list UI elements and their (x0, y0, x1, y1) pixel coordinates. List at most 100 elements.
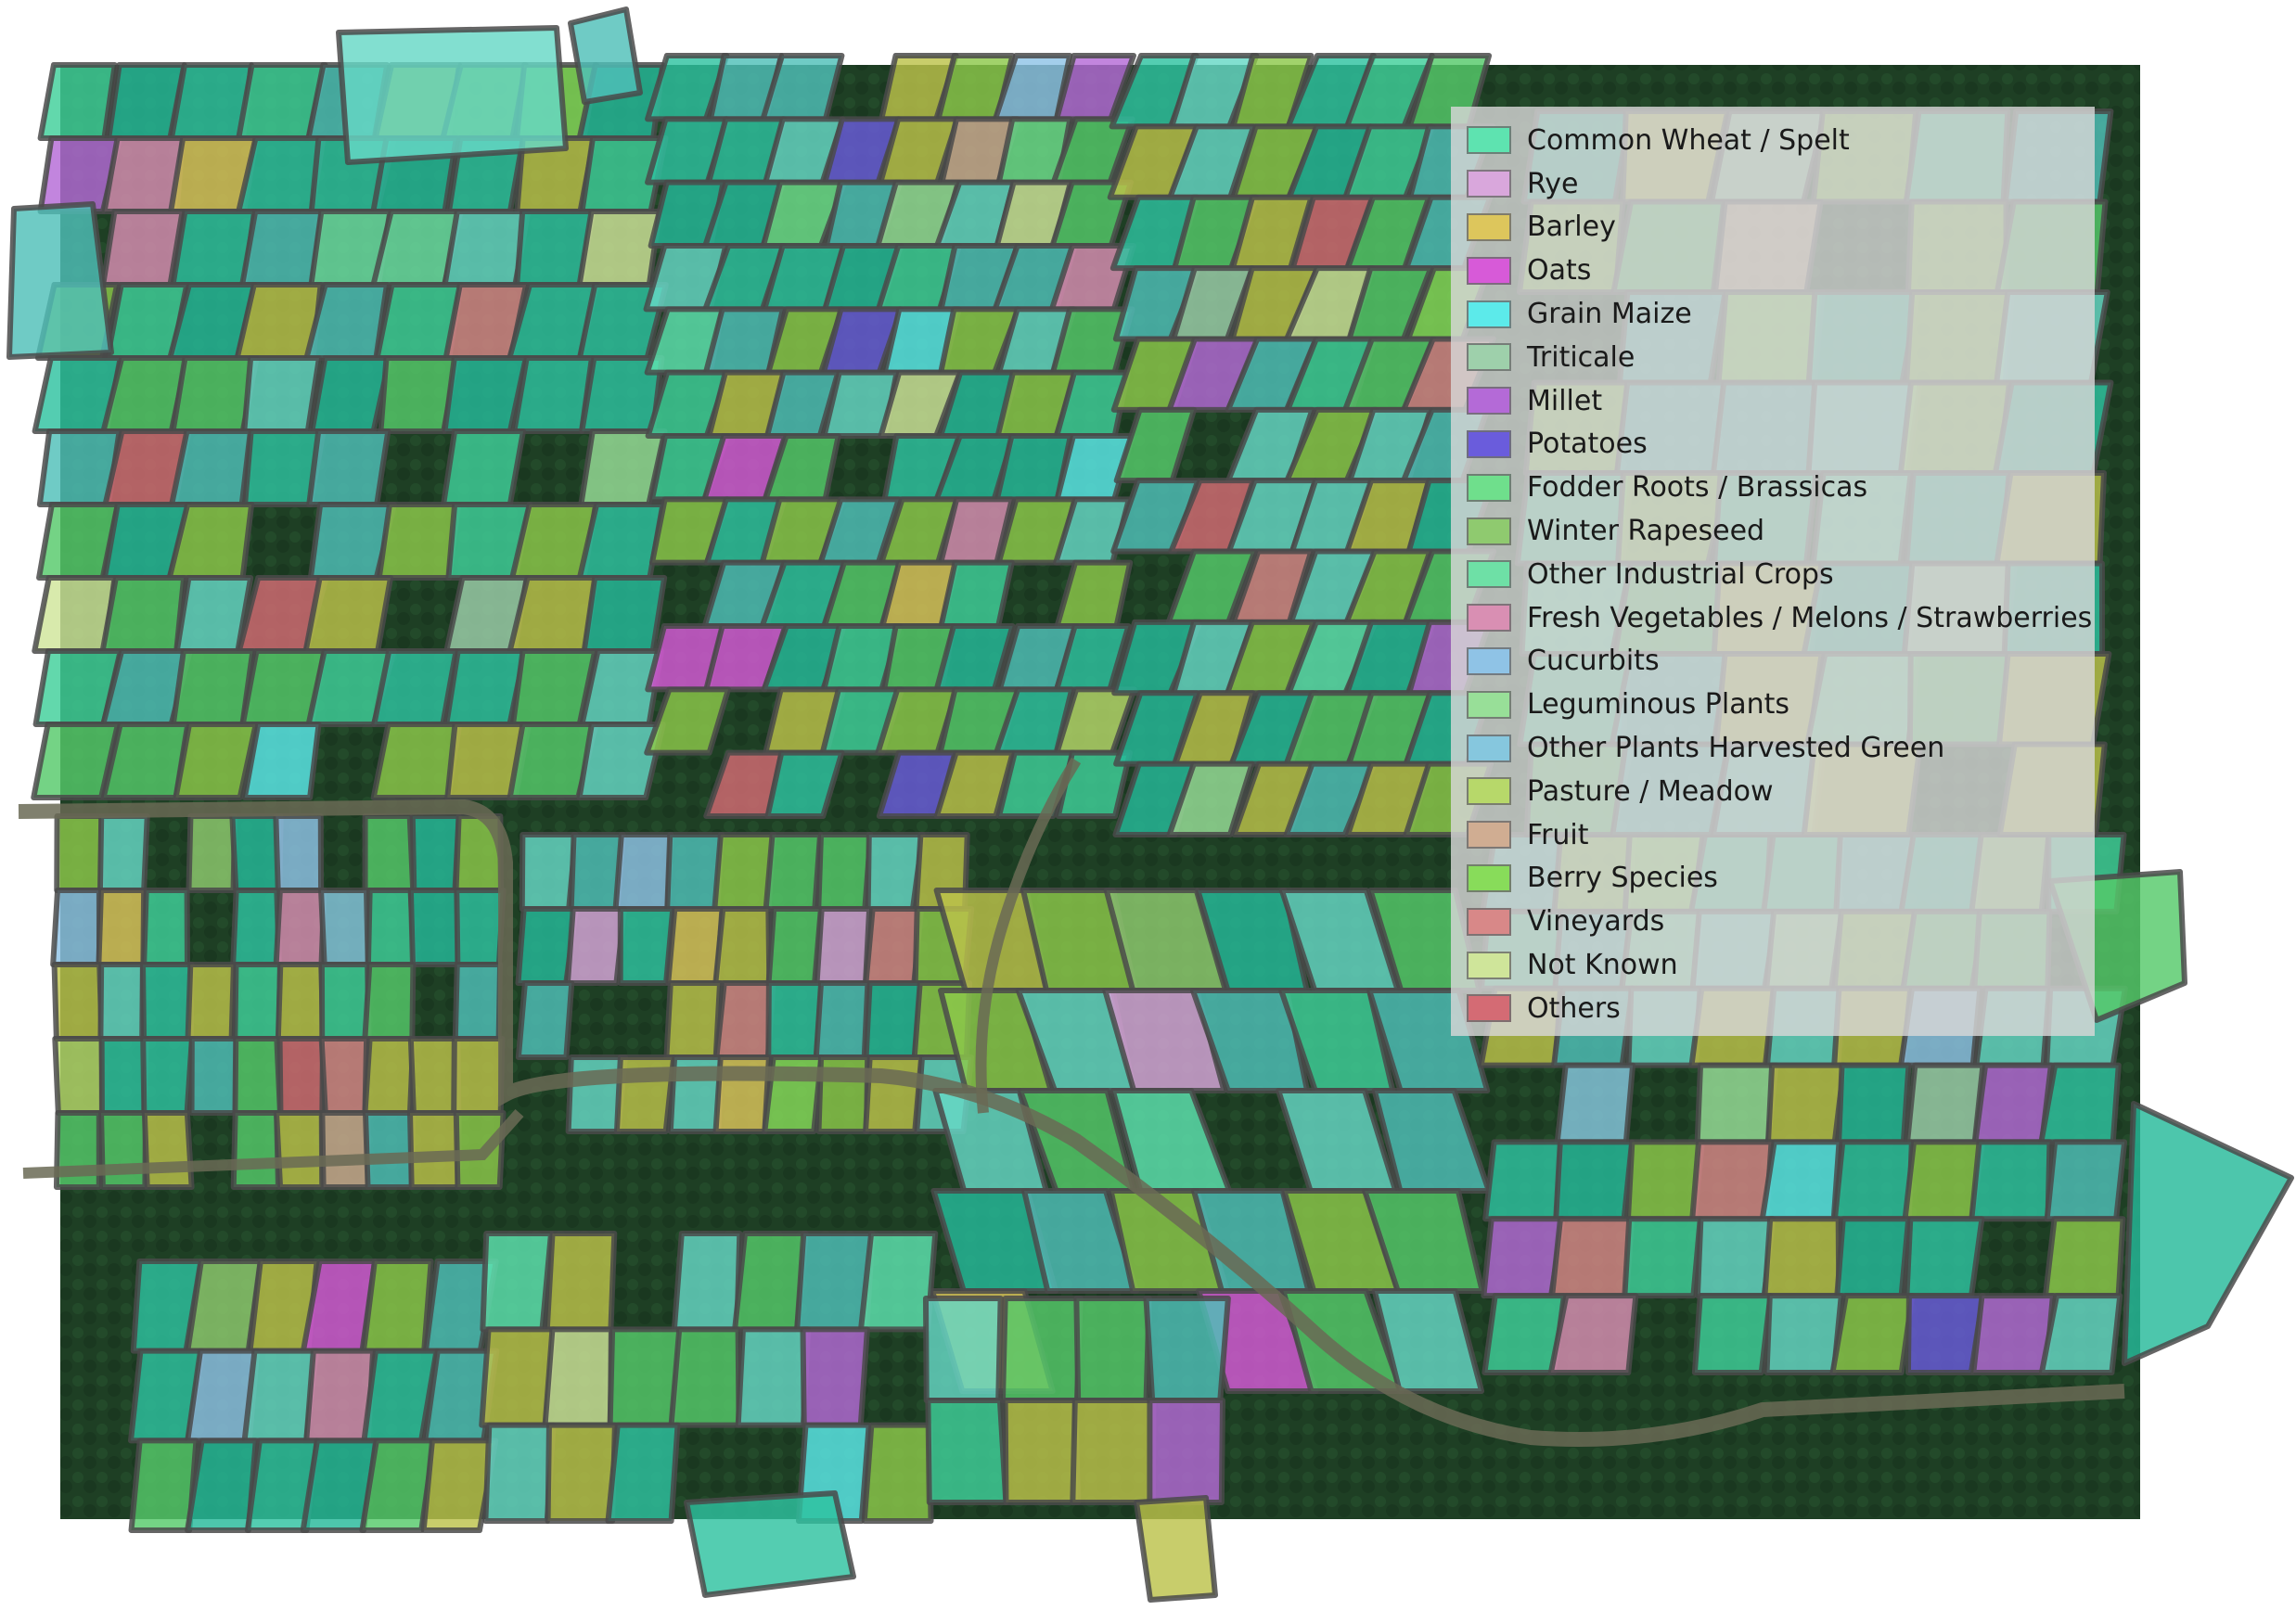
legend-item: Not Known (1451, 943, 2095, 987)
field-parcel (362, 813, 417, 893)
field-parcel (407, 888, 462, 967)
field-parcel (2044, 1139, 2128, 1222)
field-parcel (1143, 1296, 1231, 1403)
field-parcel (1759, 1139, 1842, 1222)
field-parcel (306, 428, 391, 507)
legend-swatch (1467, 429, 1511, 458)
field-parcel (1553, 1139, 1635, 1222)
field-parcel (732, 1231, 809, 1333)
legend-item: Leguminous Plants (1451, 683, 2095, 726)
field-parcel (735, 1326, 812, 1428)
field-parcel (140, 1036, 195, 1116)
field-parcel (1834, 1216, 1912, 1299)
field-parcel (100, 209, 186, 288)
legend-swatch (1467, 646, 1511, 675)
legend-item: Winter Rapeseed (1451, 509, 2095, 553)
field-parcel (861, 1422, 934, 1524)
field-parcel (371, 648, 459, 727)
legend-label: Millet (1527, 384, 1603, 417)
legend-label: Fresh Vegetables / Melons / Strawberries (1527, 601, 2093, 634)
field-parcel (318, 1036, 370, 1116)
field-parcel (141, 888, 190, 967)
legend-label: Grain Maize (1527, 298, 1692, 331)
legend-item: Millet (1451, 379, 2095, 423)
field-parcel (507, 575, 599, 654)
legend-label: Vineyards (1527, 905, 1665, 939)
field-parcel (407, 1110, 462, 1190)
field-parcel (663, 980, 723, 1060)
field-parcel (318, 888, 371, 967)
legend-item: Pasture / Meadow (1451, 770, 2095, 813)
field-parcel (1836, 1062, 1912, 1145)
legend-swatch (1467, 560, 1511, 589)
field-parcel (362, 962, 417, 1042)
field-parcel (97, 962, 146, 1042)
field-parcel (1070, 1398, 1157, 1505)
field-parcel (1694, 1216, 1777, 1299)
field-parcel (96, 888, 148, 967)
field-parcel (1972, 1062, 2054, 1145)
legend-label: Fruit (1527, 818, 1589, 851)
field-parcel (1547, 1293, 1639, 1375)
field-parcel (482, 1422, 557, 1524)
field-parcel (319, 1110, 372, 1190)
field-parcel (2038, 1293, 2123, 1375)
field-parcel (1970, 1293, 2056, 1375)
legend-swatch (1467, 343, 1511, 372)
legend-label: Cucurbits (1527, 645, 1660, 678)
field-parcel (37, 62, 118, 141)
field-parcel (232, 1036, 283, 1116)
field-parcel (241, 355, 322, 434)
legend-label: Others (1527, 991, 1621, 1025)
legend-item: Potatoes (1451, 423, 2095, 466)
legend-item: Common Wheat / Spelt (1451, 119, 2095, 162)
legend-item: Cucurbits (1451, 640, 2095, 684)
field-parcel (479, 1326, 558, 1428)
legend-swatch (1467, 821, 1511, 850)
legend-item: Fresh Vegetables / Melons / Strawberries (1451, 596, 2095, 640)
field-parcel (713, 980, 776, 1060)
legend-swatch (1467, 170, 1511, 198)
field-parcel (568, 6, 643, 105)
field-parcel (441, 428, 526, 507)
field-parcel (274, 1110, 326, 1190)
field-parcel (302, 575, 394, 654)
field-parcel (1622, 1216, 1703, 1299)
field-parcel (173, 722, 259, 800)
field-parcel (938, 559, 1015, 629)
legend-swatch (1467, 907, 1511, 936)
legend-label: Other Plants Harvested Green (1527, 732, 1945, 765)
field-parcel (800, 1326, 870, 1428)
legend-swatch (1467, 863, 1511, 892)
legend-label: Potatoes (1527, 428, 1648, 461)
field-parcel (564, 906, 627, 986)
field-parcel (2038, 1062, 2122, 1145)
field-parcel (814, 906, 873, 986)
legend-item: Berry Species (1451, 857, 2095, 901)
field-parcel (813, 980, 871, 1060)
field-parcel (51, 962, 105, 1042)
legend-label: Common Wheat / Spelt (1527, 123, 1850, 157)
field-parcel (519, 832, 579, 912)
field-parcel (1482, 1139, 1564, 1222)
field-parcel (545, 1422, 618, 1524)
legend-swatch (1467, 777, 1511, 806)
field-parcel (98, 1110, 148, 1190)
field-parcel (141, 1110, 195, 1190)
legend-item: Oats (1451, 249, 2095, 292)
field-parcel (2042, 1216, 2126, 1299)
field-parcel (276, 1036, 327, 1116)
field-parcel (273, 813, 325, 893)
legend: Common Wheat / Spelt Rye Barley Oats Grain M… (1451, 107, 2095, 1036)
field-parcel (1549, 1216, 1635, 1299)
field-parcel (185, 1438, 259, 1533)
field-parcel (98, 1036, 149, 1116)
field-parcel (451, 1036, 506, 1116)
field-parcel (275, 962, 327, 1042)
field-parcel (511, 355, 595, 434)
field-parcel (581, 575, 668, 654)
field-parcel (362, 1036, 417, 1116)
field-parcel (2122, 1101, 2294, 1366)
legend-item: Others (1451, 987, 2095, 1030)
field-parcel (140, 962, 195, 1042)
